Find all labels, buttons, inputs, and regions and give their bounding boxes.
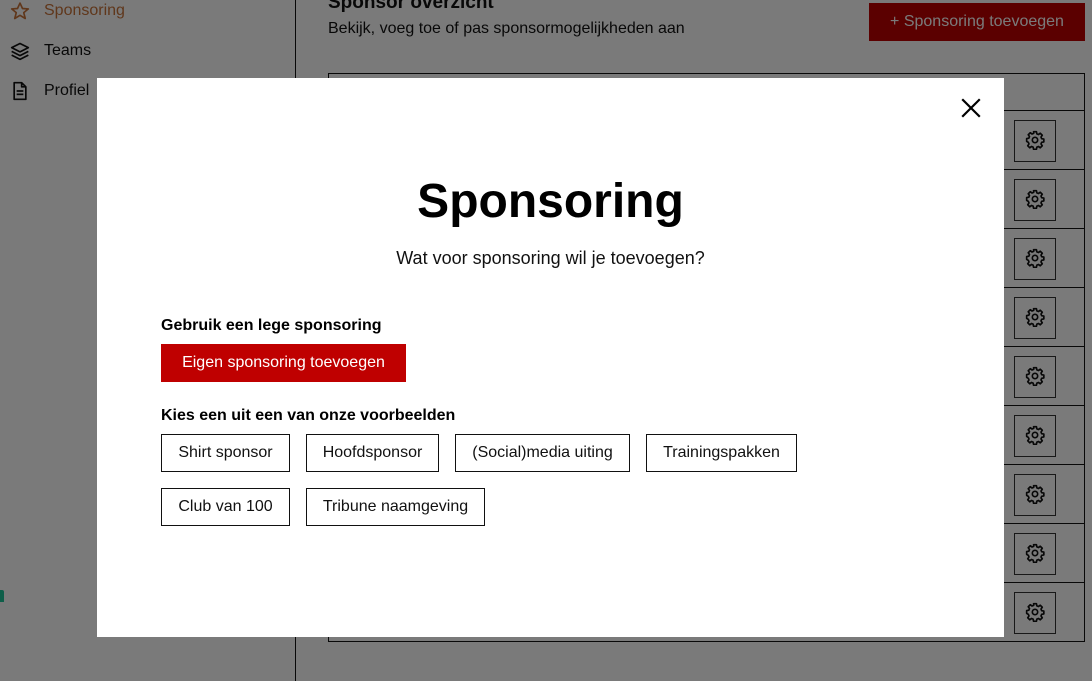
add-custom-sponsoring-button[interactable]: Eigen sponsoring toevoegen — [161, 344, 406, 382]
close-icon — [961, 98, 981, 121]
example-trainingspakken-button[interactable]: Trainingspakken — [646, 434, 797, 472]
close-button[interactable] — [960, 98, 982, 120]
example-club-van-100-button[interactable]: Club van 100 — [161, 488, 290, 526]
modal-title: Sponsoring — [417, 175, 684, 228]
empty-section-label: Gebruik een lege sponsoring — [161, 317, 382, 334]
examples-section-label: Kies een uit een van onze voorbeelden — [161, 407, 456, 424]
modal-subtitle: Wat voor sponsoring wil je toevoegen? — [396, 248, 705, 268]
example-hoofdsponsor-button[interactable]: Hoofdsponsor — [306, 434, 439, 472]
example-social-media-button[interactable]: (Social)media uiting — [455, 434, 630, 472]
example-tribune-naamgeving-button[interactable]: Tribune naamgeving — [306, 488, 485, 526]
sponsoring-modal: Sponsoring Wat voor sponsoring wil je to… — [97, 78, 1004, 637]
example-shirt-sponsor-button[interactable]: Shirt sponsor — [161, 434, 290, 472]
